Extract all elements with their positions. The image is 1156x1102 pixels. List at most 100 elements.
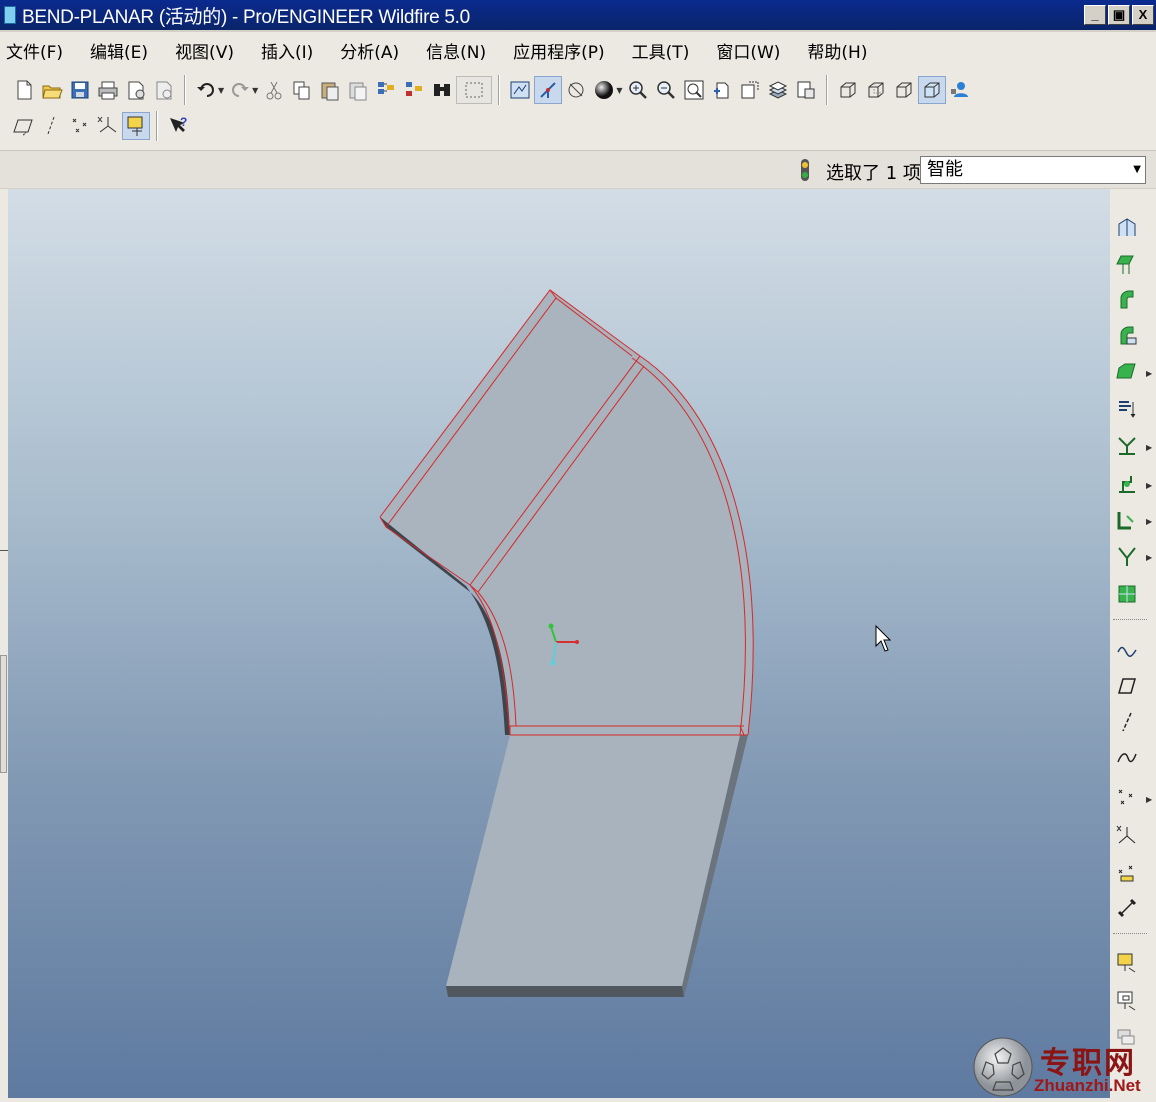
model-canvas[interactable] [8,189,1110,1098]
menu-applications[interactable]: 应用程序(P) [513,38,605,63]
repaint-icon[interactable] [506,76,534,104]
graphics-window[interactable] [8,189,1110,1098]
datum-axes-icon[interactable] [38,112,66,140]
spin-center-icon[interactable] [534,76,563,104]
convert-dropdown-icon[interactable]: ▶ [1146,481,1152,490]
flange-wall-icon[interactable] [1112,285,1142,315]
paste-special-icon[interactable] [344,76,372,104]
form-icon[interactable] [1112,947,1142,977]
window-title-bar[interactable]: BEND-PLANAR (活动的) - Pro/ENGINEER Wildfir… [0,0,1156,30]
merge-dropdown-icon[interactable]: ▶ [1146,443,1152,452]
rip-icon[interactable] [1112,393,1142,423]
maximize-button[interactable]: ▣ [1108,5,1130,25]
undo-dropdown-icon[interactable]: ▼ [218,86,224,95]
minimize-button[interactable]: _ [1084,5,1106,25]
redo-dropdown-icon[interactable]: ▼ [252,86,258,95]
menu-view[interactable]: 视图(V) [175,38,234,63]
view-manager-icon[interactable] [792,76,820,104]
find-icon[interactable] [428,76,456,104]
bend-dropdown-icon[interactable]: ▶ [1146,517,1152,526]
flat-wall-icon[interactable] [1112,249,1142,279]
left-edge-marker [0,550,8,551]
context-help-icon[interactable]: ? [164,112,192,140]
toolbar-separator [184,75,186,105]
select-box-icon[interactable] [456,76,493,104]
datum-points-icon[interactable] [66,112,94,140]
datum-axis-icon[interactable] [1112,707,1142,737]
reorient-icon[interactable] [708,76,736,104]
model-tree-icon[interactable] [946,76,974,104]
toolbar-separator [826,75,829,105]
paste-icon[interactable] [316,76,344,104]
orient-mode-icon[interactable] [562,76,590,104]
unattached-wall-icon[interactable] [1112,321,1142,351]
sheetmetal-part[interactable] [379,289,754,997]
datum-plane-icon[interactable] [1112,671,1142,701]
shading-icon[interactable] [918,76,947,104]
cut-icon[interactable] [260,76,288,104]
menu-analysis[interactable]: 分析(A) [340,38,399,63]
open-icon[interactable] [38,76,66,104]
punch-icon[interactable] [1112,985,1142,1015]
menu-bar: 文件(F) 编辑(E) 视图(V) 插入(I) 分析(A) 信息(N) 应用程序… [0,32,1156,68]
flat-pattern-icon[interactable] [1112,579,1142,609]
send-mail-icon[interactable] [122,76,150,104]
send-link-icon[interactable] [150,76,178,104]
svg-text:✓: ✓ [22,130,28,138]
chevron-down-icon: ▼ [1133,164,1141,175]
undo-icon[interactable] [192,76,220,104]
layers-icon[interactable] [764,76,792,104]
left-frame-edge [0,189,8,1098]
sketch-icon[interactable] [1112,635,1142,665]
bend-icon[interactable] [1112,505,1142,535]
zoom-in-icon[interactable] [624,76,652,104]
menu-info[interactable]: 信息(N) [426,38,486,63]
copy-icon[interactable] [288,76,316,104]
datum-csys-icon[interactable] [1112,821,1142,851]
menu-help[interactable]: 帮助(H) [807,38,867,63]
selection-filter-select[interactable]: 智能 ▼ [920,156,1146,184]
analysis-feature-icon[interactable] [1112,857,1142,887]
insert-feature-icon[interactable] [1112,893,1142,923]
soccer-ball-logo [973,1037,1033,1097]
extrude-cut-icon[interactable] [1112,357,1142,387]
window-bottom-border [0,1098,1156,1102]
datum-curve-icon[interactable] [1112,743,1142,773]
menu-tools[interactable]: 工具(T) [632,38,690,63]
menu-edit[interactable]: 编辑(E) [90,38,148,63]
convert-icon[interactable] [1112,469,1142,499]
redo-icon[interactable] [226,76,254,104]
feature-toolbar: ▶ ▶ ▶ ▶ ▶ ▶ [1110,189,1156,1098]
selection-filter-value: 智能 [927,159,963,180]
wireframe-icon[interactable] [834,76,862,104]
extrude-dropdown-icon[interactable]: ▶ [1146,369,1152,378]
close-button[interactable]: X [1132,5,1154,25]
hidden-line-icon[interactable] [862,76,890,104]
part-side-face [446,986,684,997]
unbend-icon[interactable] [1112,541,1142,571]
menu-file[interactable]: 文件(F) [6,38,63,63]
no-hidden-icon[interactable] [890,76,918,104]
refit-icon[interactable] [680,76,708,104]
regen-manager-icon[interactable] [400,76,428,104]
zoom-out-icon[interactable] [652,76,680,104]
merge-walls-icon[interactable] [1112,431,1142,461]
navigator-sash-handle[interactable] [0,655,7,773]
coordinate-systems-icon[interactable] [94,112,122,140]
print-icon[interactable] [94,76,122,104]
datum-point-dropdown-icon[interactable]: ▶ [1146,795,1152,804]
saved-views-icon[interactable] [736,76,764,104]
datum-planes-icon[interactable]: ✓ [10,112,38,140]
unbend-dropdown-icon[interactable]: ▶ [1146,553,1152,562]
menu-window[interactable]: 窗口(W) [716,38,780,63]
toolbar-area: ▼ ▼ ▼ ✓ ? [0,68,1156,150]
sheetmetal-wall-icon[interactable] [1112,213,1142,243]
appearance-dropdown-icon[interactable]: ▼ [616,86,622,95]
save-icon[interactable] [66,76,94,104]
menu-insert[interactable]: 插入(I) [261,38,313,63]
regenerate-icon[interactable] [372,76,400,104]
appearance-icon[interactable] [590,76,618,104]
annotation-display-icon[interactable] [122,112,150,140]
datum-point-icon[interactable] [1112,783,1142,813]
new-icon[interactable] [10,76,38,104]
